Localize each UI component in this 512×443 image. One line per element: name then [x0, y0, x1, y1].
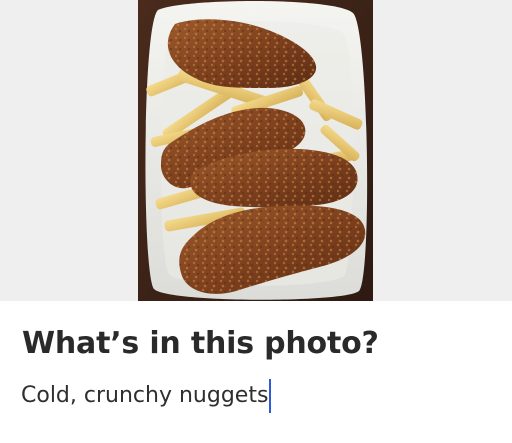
answer-input-value: Cold, crunchy nuggets [21, 383, 269, 408]
photo-question-title: What’s in this photo? [22, 326, 379, 361]
food-photo-illustration [138, 0, 373, 301]
answer-input[interactable]: Cold, crunchy nuggets [21, 377, 491, 415]
food-photo [138, 0, 373, 301]
photo-band [0, 0, 512, 301]
photo-question-screen: What’s in this photo? Cold, crunchy nugg… [0, 0, 512, 443]
text-cursor [269, 379, 272, 413]
